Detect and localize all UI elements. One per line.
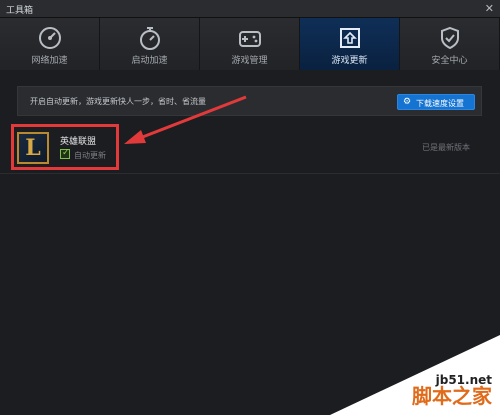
tab-label: 游戏更新 (331, 56, 368, 66)
highlight-box (11, 124, 119, 170)
tab-security-center[interactable]: 安全中心 (400, 18, 500, 70)
stopwatch-icon (139, 27, 160, 50)
update-status: 已是最新版本 (422, 143, 470, 152)
tab-label: 网络加速 (31, 56, 68, 66)
tab-bar: 网络加速 启动加速 游戏管理 游戏更新 安全中心 (0, 18, 500, 70)
window-title: 工具箱 (6, 6, 34, 16)
shield-check-icon (440, 26, 459, 50)
gamepad-icon (238, 31, 261, 47)
tab-game-update[interactable]: 游戏更新 (300, 18, 400, 70)
title-bar: 工具箱 ✕ (0, 0, 500, 18)
tab-label: 安全中心 (431, 56, 468, 66)
tab-game-management[interactable]: 游戏管理 (200, 18, 300, 70)
close-icon[interactable]: ✕ (485, 2, 494, 15)
update-arrow-icon (339, 28, 360, 48)
tab-startup-boost[interactable]: 启动加速 (100, 18, 200, 70)
tab-label: 游戏管理 (231, 56, 268, 66)
notice-text: 开启自动更新，游戏更新快人一步，省时、省流量 (30, 97, 206, 106)
gear-icon: ⚙ (403, 97, 412, 107)
button-label: 下载速度设置 (416, 99, 464, 108)
tab-network-boost[interactable]: 网络加速 (0, 18, 100, 70)
gauge-icon (38, 27, 61, 49)
download-speed-settings-button[interactable]: ⚙ 下载速度设置 (397, 94, 475, 110)
watermark: jb51.net 脚本之家 (330, 335, 500, 415)
tab-label: 启动加速 (131, 56, 168, 66)
auto-update-notice: 开启自动更新，游戏更新快人一步，省时、省流量 ⚙ 下载速度设置 (17, 86, 482, 116)
watermark-brand: 脚本之家 (412, 384, 492, 408)
